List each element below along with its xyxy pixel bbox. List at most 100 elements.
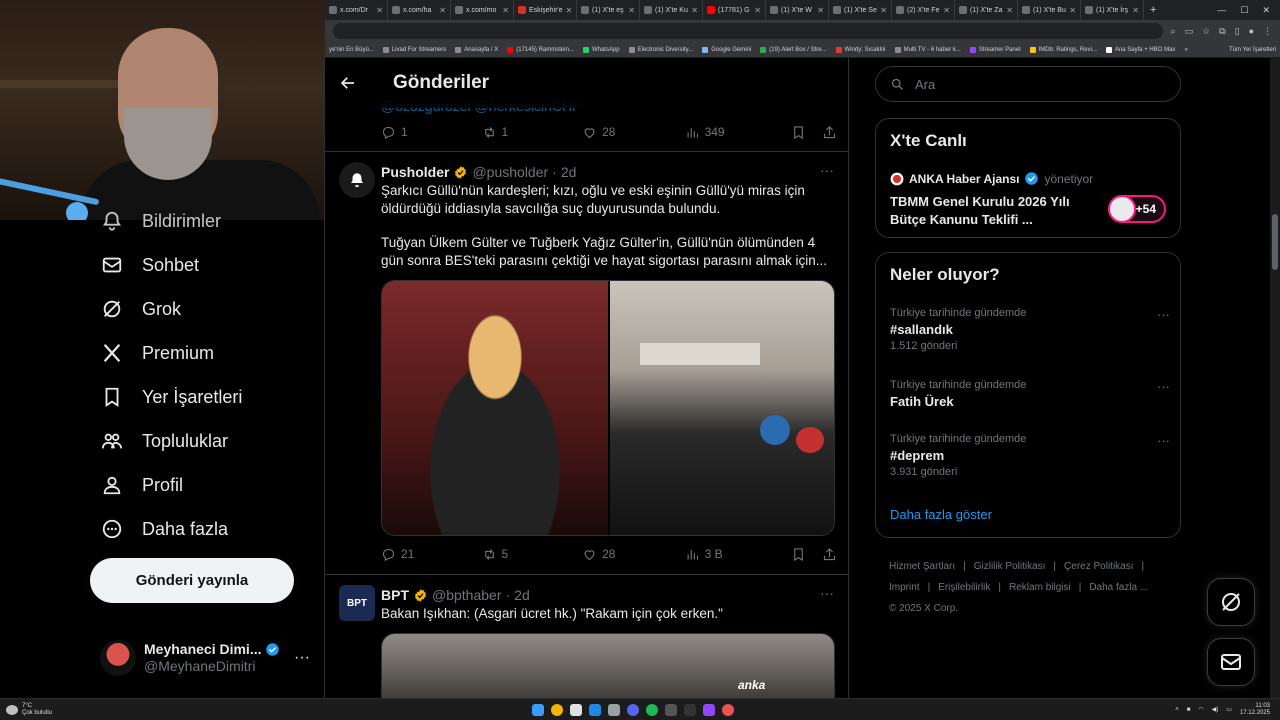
browser-tab[interactable]: (1) X'te W ✕ [766, 0, 829, 20]
reply-button[interactable]: 1 [381, 125, 482, 140]
app-icon[interactable] [722, 703, 734, 716]
live-listener-count[interactable]: +54 [1108, 195, 1166, 223]
author-name[interactable]: Pusholder [381, 164, 449, 180]
close-icon[interactable]: ✕ [439, 6, 446, 15]
nav-item-premium[interactable]: Premium [100, 340, 214, 366]
tweet-more-button[interactable]: ··· [820, 162, 834, 178]
nav-item-more[interactable]: Daha fazla [100, 516, 228, 542]
author-handle[interactable]: @bpthaber [432, 587, 501, 603]
trend-more-button[interactable]: ··· [1157, 379, 1170, 394]
bookmark-icon[interactable] [791, 125, 806, 140]
extensions-icon[interactable]: ⧉ [1219, 26, 1225, 37]
tray-arrow-icon[interactable]: ˄ [1175, 707, 1179, 713]
bookmark-item[interactable]: (19) Alert Box / Stre... [760, 46, 827, 53]
footer-link-privacy[interactable]: Gizlilik Politikası [974, 561, 1046, 572]
trend-more-button[interactable]: ··· [1157, 433, 1170, 448]
reply-button[interactable]: 21 [381, 547, 482, 562]
bookmark-item[interactable]: Livad For Streamers [382, 46, 446, 53]
file-icon[interactable] [570, 703, 582, 716]
minimize-icon[interactable]: — [1217, 5, 1226, 16]
scrollbar-thumb[interactable] [1272, 214, 1278, 270]
show-more-link[interactable]: Daha fazla göster [890, 507, 992, 522]
clock[interactable]: 11:03 17.12.2025 [1240, 703, 1270, 717]
browser-tab[interactable]: (1) X'te İrş ✕ [1081, 0, 1144, 20]
footer-link-more[interactable]: Daha fazla ... [1089, 582, 1148, 593]
menu-icon[interactable]: ⋮ [1263, 26, 1272, 37]
trend-item[interactable]: Türkiye tarihinde gündemde #deprem 3.931… [890, 433, 1170, 478]
account-more-button[interactable]: ··· [294, 649, 310, 667]
bookmark-item[interactable]: Google Gemini [702, 46, 751, 53]
maximize-icon[interactable]: ☐ [1240, 5, 1248, 16]
footer-link-imprint[interactable]: Imprint [889, 582, 920, 593]
app-icon[interactable] [684, 703, 696, 716]
bookmark-item[interactable]: Multi TV - 6 haber k... [894, 46, 961, 53]
nav-item-grok[interactable]: Grok [100, 296, 181, 322]
bookmark-item[interactable]: WhatsApp [582, 46, 620, 53]
close-icon[interactable]: ✕ [1006, 6, 1013, 15]
edge-icon[interactable] [589, 703, 601, 716]
views-button[interactable]: 349 [685, 125, 791, 140]
tweet-time[interactable]: 2d [514, 587, 530, 603]
back-arrow-icon[interactable] [331, 66, 365, 100]
profile-icon[interactable]: ● [1249, 26, 1254, 37]
browser-tab[interactable]: x.com/ha ✕ [388, 0, 451, 20]
bookmark-item[interactable]: ye'nin En Büyü... [329, 47, 374, 53]
author-name[interactable]: BPT [381, 587, 409, 603]
spotify-icon[interactable] [646, 703, 658, 716]
close-icon[interactable]: ✕ [1069, 6, 1076, 15]
nav-item-communities[interactable]: Topluluklar [100, 428, 228, 454]
close-icon[interactable]: ✕ [943, 6, 950, 15]
trend-item[interactable]: Türkiye tarihinde gündemde #sallandık 1.… [890, 307, 1170, 352]
views-button[interactable]: 3 B [685, 547, 791, 562]
cast-icon[interactable]: ▭ [1185, 26, 1194, 37]
footer-link-terms[interactable]: Hizmet Şartları [889, 561, 955, 572]
grok-floating-button[interactable] [1207, 578, 1255, 626]
steam-icon[interactable] [608, 703, 620, 716]
bookmark-item[interactable]: IMDb: Ratings, Revi... [1029, 46, 1097, 53]
bookmark-item[interactable]: Streamer Panel [969, 46, 1021, 53]
trend-item[interactable]: Türkiye tarihinde gündemde Fatih Ürek ··… [890, 379, 1170, 409]
footer-link-cookies[interactable]: Çerez Politikası [1064, 561, 1133, 572]
bookmark-icon[interactable] [791, 547, 806, 562]
network-icon[interactable]: ◠ [1198, 706, 1203, 713]
browser-tab[interactable]: (1) X'te eş ✕ [577, 0, 640, 20]
bookmark-item[interactable]: (17145) Rammstein... [507, 46, 574, 53]
browser-tab[interactable]: (1) X'te Bu ✕ [1018, 0, 1081, 20]
tweet-time[interactable]: 2d [561, 164, 577, 180]
live-headline[interactable]: TBMM Genel Kurulu 2026 Yılı Bütçe Kanunu… [890, 193, 1090, 229]
footer-link-ads[interactable]: Reklam bilgisi [1009, 582, 1071, 593]
bookmark-star-icon[interactable]: ☆ [1202, 26, 1210, 37]
tweet-media[interactable] [381, 280, 835, 536]
app-icon[interactable] [665, 703, 677, 716]
close-icon[interactable]: ✕ [502, 6, 509, 15]
messages-floating-button[interactable] [1207, 638, 1255, 686]
close-icon[interactable]: ✕ [566, 6, 573, 15]
url-input[interactable] [333, 23, 1163, 39]
bookmark-item[interactable]: Anasayfa / X [455, 46, 498, 53]
tweet-media[interactable]: anka [381, 633, 835, 698]
live-source[interactable]: ANKA Haber Ajansı yönetiyor [890, 171, 1093, 186]
weather-widget[interactable]: 7°C Çok bulutlu [0, 703, 52, 717]
browser-tab[interactable]: Eskişehir'e ✕ [514, 0, 577, 20]
all-bookmarks-button[interactable]: Tüm Yer İşaretleri [1226, 47, 1276, 53]
bookmarks-overflow-button[interactable]: » [1184, 47, 1187, 53]
like-button[interactable]: 28 [582, 547, 685, 562]
discord-icon[interactable] [627, 703, 639, 716]
close-window-icon[interactable]: ✕ [1262, 5, 1270, 16]
author-handle[interactable]: @pusholder [472, 164, 548, 180]
share-icon[interactable] [822, 125, 837, 140]
close-icon[interactable]: ✕ [628, 6, 635, 15]
post-button[interactable]: Gönderi yayınla [90, 558, 294, 603]
close-icon[interactable]: ✕ [754, 6, 761, 15]
browser-tab[interactable]: (1) X'te Ku ✕ [640, 0, 703, 20]
media-image-left[interactable] [382, 281, 608, 535]
media-image-right[interactable] [610, 281, 834, 535]
bookmark-item[interactable]: Windy: Sıcaklık [835, 46, 886, 53]
close-icon[interactable]: ✕ [817, 6, 824, 15]
browser-tab[interactable]: (17781) G ✕ [703, 0, 766, 20]
like-button[interactable]: 28 [582, 125, 685, 140]
browser-tab[interactable]: (1) X'te Se ✕ [829, 0, 892, 20]
avatar[interactable]: BPT [339, 585, 375, 621]
windows-start-icon[interactable] [532, 703, 544, 716]
chrome-icon[interactable] [551, 703, 563, 716]
